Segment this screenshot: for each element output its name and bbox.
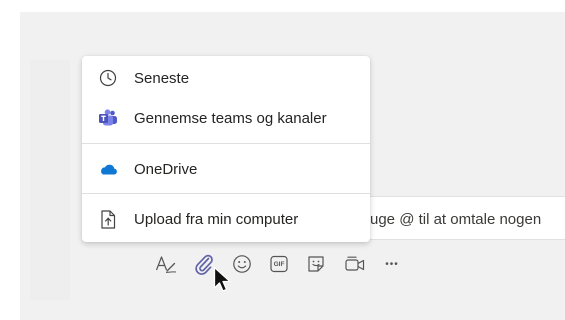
more-options-icon[interactable]: ••• (380, 252, 404, 276)
menu-divider (82, 143, 370, 144)
onedrive-icon (98, 159, 118, 179)
compose-toolbar: GIF ••• (150, 252, 410, 276)
menu-item-label: Gennemse teams og kanaler (134, 109, 327, 127)
gif-label: GIF (273, 260, 285, 268)
menu-item-recent[interactable]: Seneste (82, 58, 370, 98)
gif-icon[interactable]: GIF (267, 252, 291, 276)
emoji-icon[interactable] (230, 252, 254, 276)
menu-item-onedrive[interactable]: OneDrive (82, 149, 370, 189)
menu-divider (82, 193, 370, 194)
attach-menu: Seneste Gennemse teams og kanaler OneDri… (82, 56, 370, 242)
sticker-icon[interactable] (304, 252, 328, 276)
menu-item-browse-teams[interactable]: Gennemse teams og kanaler (82, 98, 370, 138)
teams-icon (98, 108, 118, 128)
format-icon[interactable] (154, 252, 178, 276)
meet-now-icon[interactable] (343, 252, 367, 276)
mouse-cursor-icon (213, 266, 231, 292)
left-panel-shadow (30, 60, 70, 300)
menu-item-label: Seneste (134, 69, 190, 87)
menu-item-upload[interactable]: Upload fra min computer (82, 199, 370, 239)
upload-icon (98, 209, 118, 229)
clock-icon (98, 68, 118, 88)
compose-placeholder: uge @ til at omtale nogen (370, 211, 542, 228)
menu-item-label: Upload fra min computer (134, 210, 299, 228)
menu-item-label: OneDrive (134, 160, 198, 178)
